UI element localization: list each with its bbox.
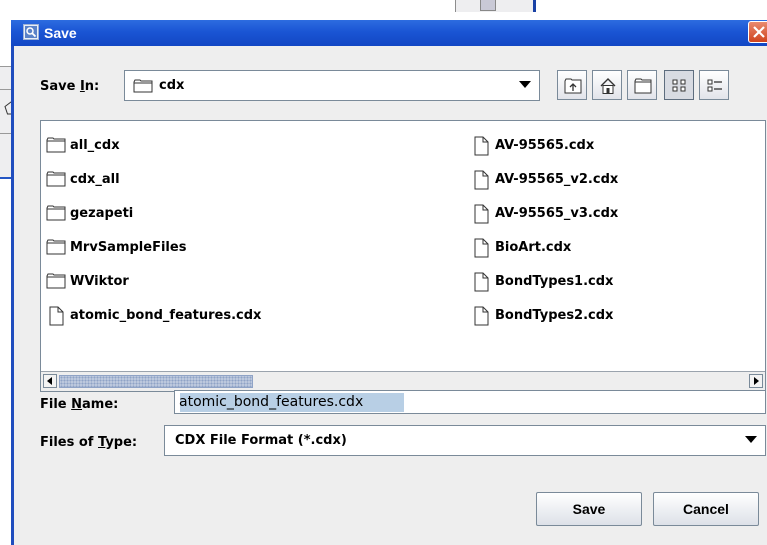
item-label: gezapeti (70, 206, 134, 221)
item-label: AV-95565.cdx (495, 138, 595, 153)
list-view-icon (672, 79, 686, 92)
up-folder-icon (564, 78, 582, 94)
files-of-type-value: CDX File Format (*.cdx) (175, 433, 347, 448)
save-dialog: Save Save In: cdx all_cdx cdx_all gezape… (11, 20, 767, 545)
files-of-type-label: Files of Type: (40, 435, 138, 450)
arrow-left-icon (47, 377, 52, 385)
close-button[interactable] (748, 21, 767, 43)
folder-icon (46, 273, 66, 289)
file-list[interactable]: all_cdx cdx_all gezapeti MrvSampleFiles WVik… (40, 120, 766, 392)
chevron-down-icon (745, 436, 757, 443)
item-label: cdx_all (70, 172, 120, 187)
save-in-value: cdx (159, 78, 185, 93)
file-name-label: File Name: (40, 397, 119, 412)
scroll-left-button[interactable] (43, 374, 57, 388)
file-icon (474, 170, 489, 190)
item-label: MrvSampleFiles (70, 240, 187, 255)
save-button[interactable]: Save (536, 492, 642, 526)
item-label: atomic_bond_features.cdx (70, 308, 262, 323)
new-folder-button[interactable] (627, 70, 657, 100)
save-in-dropdown[interactable]: cdx (124, 70, 540, 101)
files-of-type-dropdown[interactable]: CDX File Format (*.cdx) (164, 425, 766, 456)
file-name-input[interactable] (179, 393, 759, 411)
file-icon (474, 238, 489, 258)
file-icon (474, 136, 489, 156)
scroll-right-button[interactable] (749, 374, 763, 388)
item-label: AV-95565_v3.cdx (495, 206, 619, 221)
folder-icon (46, 171, 66, 187)
list-view-button[interactable] (664, 70, 694, 100)
scrollbar-thumb[interactable] (59, 375, 253, 388)
background-toolbar-button (480, 0, 496, 11)
java-app-icon (23, 24, 39, 40)
arrow-right-icon (754, 377, 759, 385)
folder-icon (46, 205, 66, 221)
details-view-button[interactable] (699, 70, 729, 100)
folder-icon (46, 137, 66, 153)
details-view-icon (707, 79, 722, 92)
folder-icon (46, 239, 66, 255)
file-icon (49, 306, 64, 326)
horizontal-scrollbar[interactable] (41, 371, 765, 391)
save-in-label: Save In: (40, 79, 100, 94)
item-label: BioArt.cdx (495, 240, 572, 255)
file-icon (474, 204, 489, 224)
home-button[interactable] (592, 70, 622, 100)
file-icon (474, 272, 489, 292)
file-icon (474, 306, 489, 326)
folder-icon (133, 79, 153, 93)
background-toolbar-fragment (455, 0, 536, 12)
dialog-title: Save (44, 25, 77, 41)
item-label: all_cdx (70, 138, 120, 153)
up-one-level-button[interactable] (557, 70, 587, 100)
close-icon (753, 26, 765, 38)
background-window-edge (533, 0, 536, 12)
item-label: BondTypes2.cdx (495, 308, 614, 323)
home-icon (600, 78, 616, 94)
item-label: AV-95565_v2.cdx (495, 172, 619, 187)
title-bar[interactable]: Save (11, 20, 767, 46)
new-folder-icon (634, 78, 652, 94)
cancel-button[interactable]: Cancel (653, 492, 759, 526)
item-label: BondTypes1.cdx (495, 274, 614, 289)
background-window (0, 0, 767, 20)
item-label: WViktor (70, 274, 129, 289)
file-name-field[interactable] (174, 390, 766, 414)
chevron-down-icon (519, 81, 531, 88)
